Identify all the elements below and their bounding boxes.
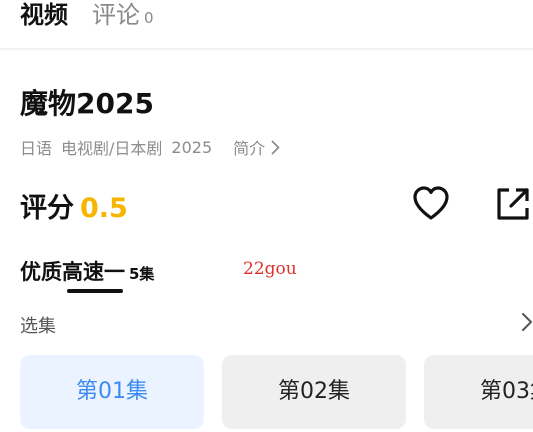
video-meta: 日语 电视剧/日本剧 2025 简介 [20, 135, 280, 159]
episodes-label: 选集 [20, 316, 56, 337]
chevron-right-icon [522, 313, 532, 331]
tab-video[interactable]: 视频 [20, 0, 68, 30]
episode-button[interactable]: 第03集 [424, 355, 533, 429]
source-tab[interactable]: 优质高速一 5集 [20, 256, 154, 286]
source-tag: 22gou [243, 259, 297, 279]
heart-outline-icon[interactable] [411, 184, 451, 224]
source-active-indicator [67, 289, 123, 293]
open-external-icon[interactable] [493, 184, 533, 224]
source-row: 优质高速一 5集 22gou [20, 256, 533, 296]
meta-category: 电视剧/日本剧 [61, 139, 163, 158]
comments-count: 0 [144, 9, 154, 27]
source-episode-count: 5集 [129, 265, 155, 283]
rating-label: 评分 [20, 193, 74, 224]
episode-list: 第01集 第02集 第03集 [20, 355, 533, 429]
tab-comments-label: 评论 [92, 1, 140, 29]
meta-year: 2025 [171, 137, 213, 157]
video-title: 魔物2025 [20, 87, 154, 120]
source-name: 优质高速一 [20, 260, 125, 284]
intro-label: 简介 [233, 139, 266, 158]
meta-language: 日语 [20, 139, 53, 158]
rating-value: 0.5 [80, 193, 128, 224]
intro-link[interactable]: 简介 [233, 135, 280, 159]
chevron-right-icon [271, 140, 280, 154]
tab-comments[interactable]: 评论 0 [92, 0, 154, 33]
episodes-header[interactable]: 选集 [20, 310, 533, 338]
top-tab-bar: 视频 评论 0 [0, 0, 533, 50]
episode-button[interactable]: 第01集 [20, 355, 204, 429]
episode-button[interactable]: 第02集 [222, 355, 406, 429]
rating: 评分 0.5 [20, 186, 128, 225]
